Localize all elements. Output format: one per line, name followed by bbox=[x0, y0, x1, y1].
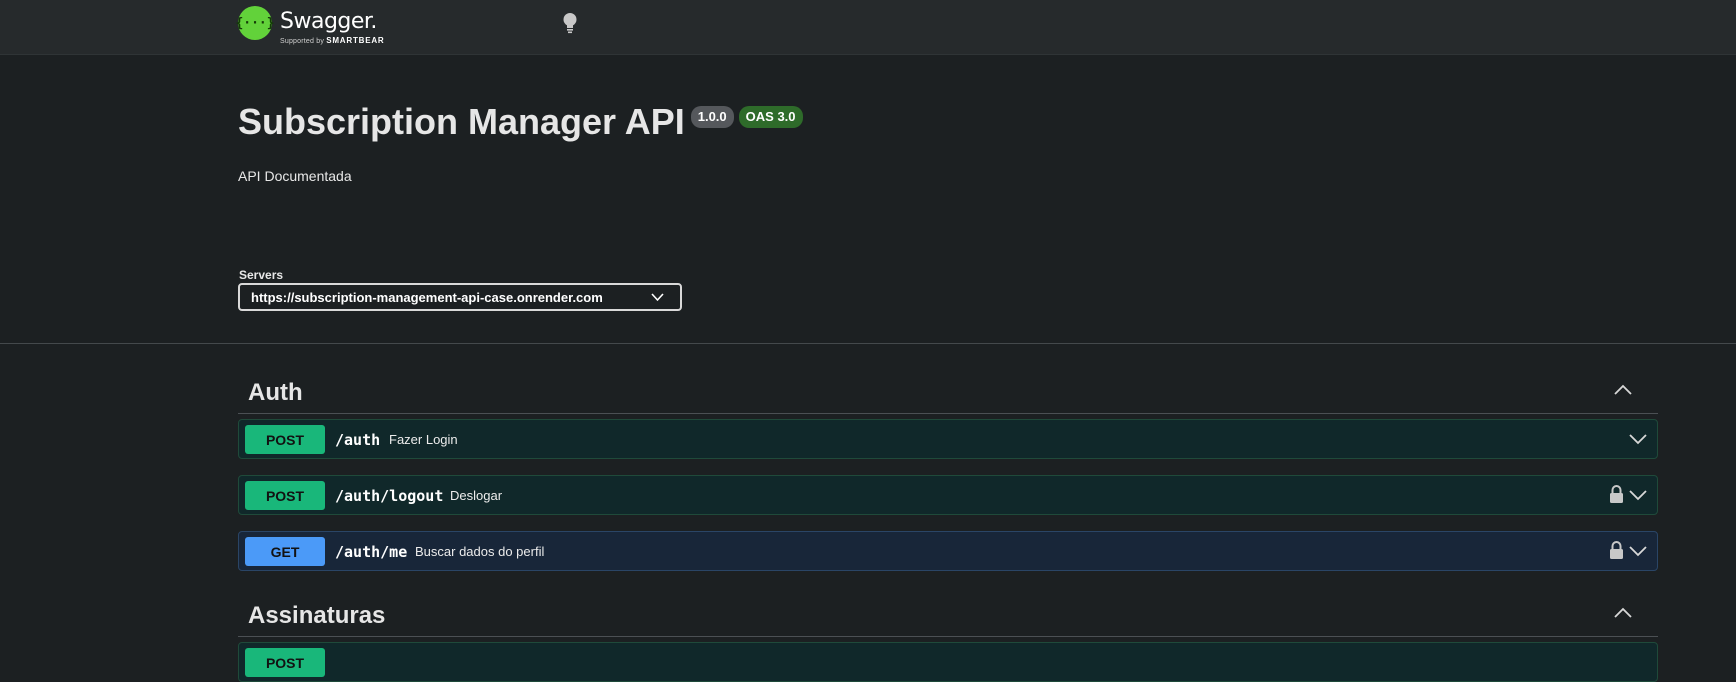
section-title: Auth bbox=[248, 379, 303, 406]
lock-icon[interactable] bbox=[1609, 484, 1624, 504]
chevron-down-icon[interactable] bbox=[1629, 545, 1647, 557]
api-description: API Documentada bbox=[238, 168, 352, 184]
operation-summary: Fazer Login bbox=[389, 432, 458, 447]
operation-summary: Buscar dados do perfil bbox=[415, 544, 545, 559]
swagger-brand: Swagger. bbox=[280, 9, 377, 34]
servers-label: Servers bbox=[239, 268, 284, 282]
lightbulb-icon[interactable] bbox=[562, 12, 578, 34]
operation-path: /auth/logout bbox=[335, 487, 444, 505]
divider bbox=[0, 343, 1736, 344]
oas-badge: OAS 3.0 bbox=[738, 106, 803, 128]
supported-by-text: Supported by bbox=[280, 38, 325, 45]
operation-summary: Deslogar bbox=[450, 488, 503, 503]
method-badge: POST bbox=[245, 481, 325, 510]
operation-path: /auth/me bbox=[335, 543, 408, 561]
section-title: Assinaturas bbox=[248, 602, 386, 629]
top-bar: {···} Swagger. Supported by SMARTBEAR bbox=[0, 0, 1736, 55]
method-badge: GET bbox=[245, 537, 325, 566]
smartbear-tagline: Supported by SMARTBEAR bbox=[280, 36, 385, 45]
page-title: Subscription Manager API bbox=[238, 101, 685, 142]
chevron-down-icon[interactable] bbox=[1629, 489, 1647, 501]
selected-server: https://subscription-management-api-case… bbox=[251, 289, 603, 305]
section-header-auth[interactable]: Auth bbox=[238, 369, 1658, 414]
method-badge: POST bbox=[245, 648, 325, 677]
api-info: Subscription Manager API 1.0.0 OAS 3.0 bbox=[238, 100, 803, 143]
section-header-assinaturas[interactable]: Assinaturas bbox=[238, 592, 1658, 637]
lock-icon[interactable] bbox=[1609, 540, 1624, 560]
operation-post-auth[interactable]: POST /auth Fazer Login bbox=[238, 419, 1658, 459]
method-badge: POST bbox=[245, 425, 325, 454]
operation-path: /auth bbox=[335, 431, 381, 449]
chevron-down-icon[interactable] bbox=[1629, 433, 1647, 445]
chevron-down-icon bbox=[651, 293, 664, 302]
operation-get-auth-me[interactable]: GET /auth/me Buscar dados do perfil bbox=[238, 531, 1658, 571]
servers-select[interactable]: https://subscription-management-api-case… bbox=[238, 283, 682, 311]
operation-post-assinaturas[interactable]: POST bbox=[238, 642, 1658, 682]
operation-post-auth-logout[interactable]: POST /auth/logout Deslogar bbox=[238, 475, 1658, 515]
swagger-logo-icon: {···} bbox=[235, 6, 275, 40]
chevron-up-icon[interactable] bbox=[1613, 606, 1633, 620]
smartbear-text: SMARTBEAR bbox=[326, 36, 385, 45]
chevron-up-icon[interactable] bbox=[1613, 383, 1633, 397]
version-badge: 1.0.0 bbox=[690, 106, 734, 128]
